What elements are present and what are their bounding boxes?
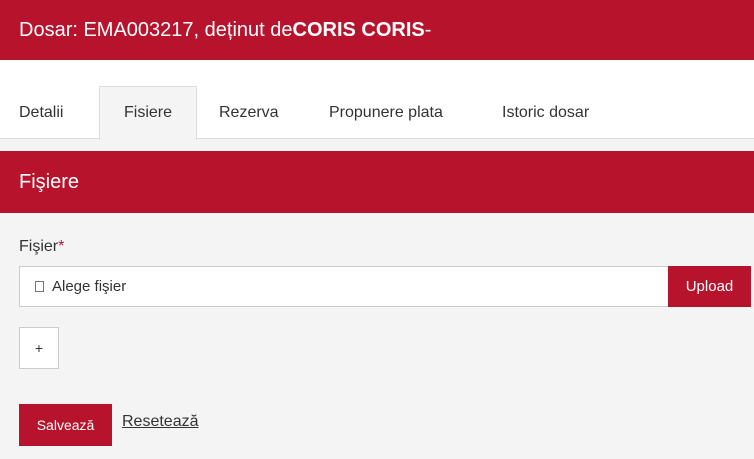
case-owner: CORIS CORIS	[292, 18, 425, 41]
file-label-text: Fişier	[19, 238, 59, 255]
case-header-prefix: Dosar: EMA003217, deținut de	[19, 18, 293, 41]
tab-istoric-dosar[interactable]: Istoric dosar	[502, 87, 589, 139]
case-header-suffix: -	[424, 18, 432, 41]
file-icon	[35, 281, 44, 292]
tab-detalii[interactable]: Detalii	[19, 87, 63, 139]
file-input[interactable]: Alege fişier	[19, 266, 669, 307]
case-header: Dosar: EMA003217, deținut de CORIS CORIS…	[0, 0, 754, 60]
required-mark: *	[58, 238, 65, 255]
tab-rezerva[interactable]: Rezerva	[219, 87, 279, 139]
tab-propunere-plata[interactable]: Propunere plata	[329, 87, 443, 139]
tabs-bar: Detalii Fisiere Rezerva Propunere plata …	[0, 60, 754, 140]
upload-button[interactable]: Upload	[668, 266, 751, 307]
tab-fisiere[interactable]: Fisiere	[99, 86, 197, 140]
save-button[interactable]: Salvează	[19, 404, 112, 446]
add-file-button[interactable]: +	[19, 327, 59, 369]
file-placeholder: Alege fişier	[52, 278, 127, 295]
section-title: Fişiere	[0, 151, 754, 213]
file-field-label: Fişier*	[19, 238, 64, 256]
reset-link[interactable]: Resetează	[122, 413, 199, 431]
